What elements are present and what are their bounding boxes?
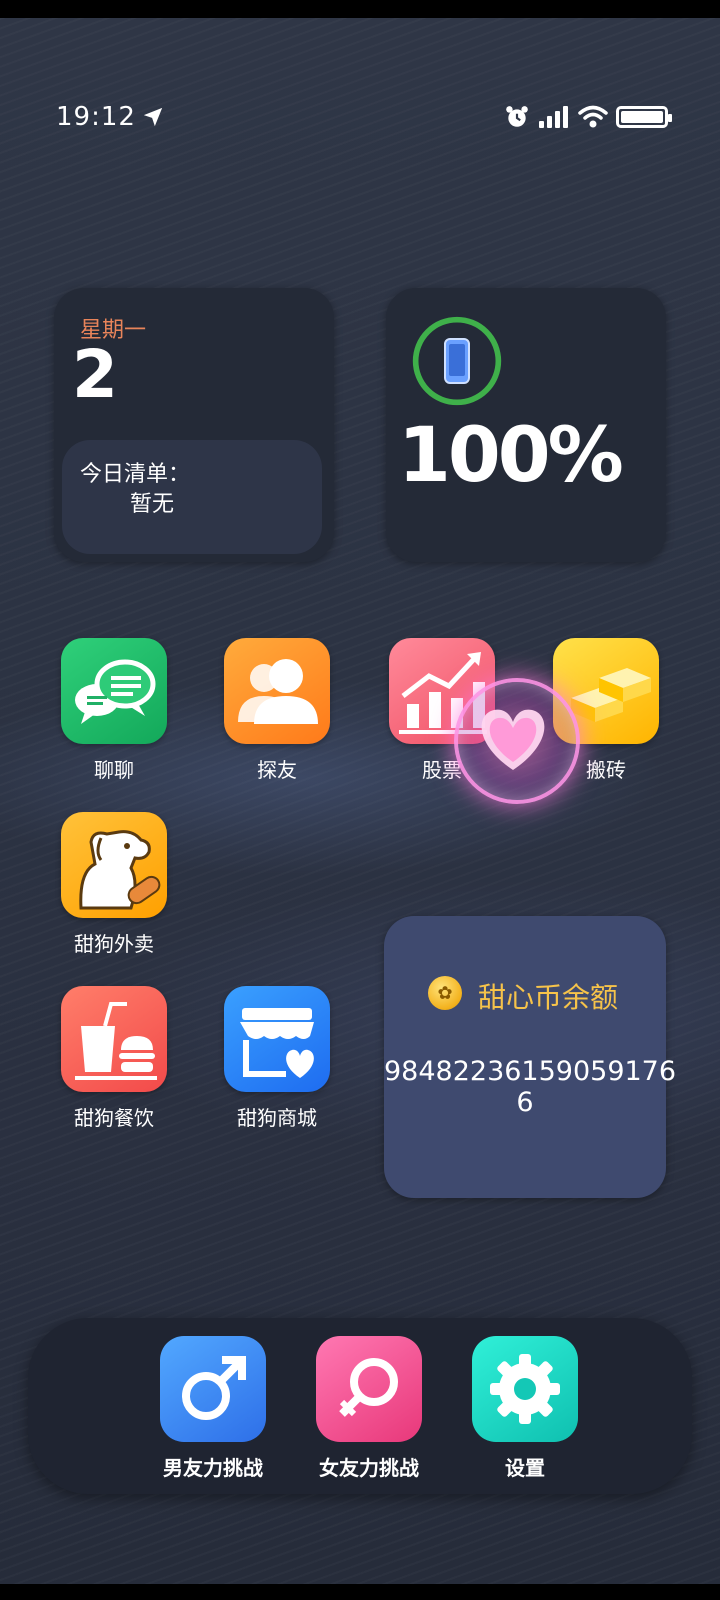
location-arrow-icon	[143, 107, 163, 127]
app-dog-shop[interactable]: 甜狗商城	[207, 986, 347, 1131]
battery-icon	[616, 106, 672, 128]
dock-girlfriend-challenge[interactable]: 女友力挑战	[294, 1336, 444, 1481]
people-icon	[224, 638, 330, 744]
male-symbol-icon	[160, 1336, 266, 1442]
app-friends[interactable]: 探友	[207, 638, 347, 783]
coin-balance-title: 甜心币余额	[478, 981, 619, 1014]
todo-card[interactable]: 今日清单： 暂无	[62, 440, 322, 554]
app-label: 甜狗外卖	[74, 932, 154, 956]
battery-fill	[621, 111, 663, 123]
drink-burger-icon	[61, 986, 167, 1092]
alarm-icon	[506, 106, 528, 127]
wifi-icon	[578, 105, 608, 128]
dog-icon	[61, 812, 167, 918]
app-dog-dining[interactable]: 甜狗餐饮	[44, 986, 184, 1131]
status-bar-right	[504, 102, 672, 132]
dock-label: 女友力挑战	[319, 1456, 419, 1480]
battery-percent: 100%	[398, 410, 624, 499]
dock-settings[interactable]: 设置	[450, 1336, 600, 1481]
todo-title: 今日清单：	[80, 462, 191, 487]
app-chat[interactable]: 聊聊	[44, 638, 184, 783]
paw-coin-icon: ✿	[428, 976, 462, 1010]
app-dog-delivery[interactable]: 甜狗外卖	[44, 812, 184, 957]
app-label: 探友	[257, 758, 297, 782]
battery-cap	[668, 114, 672, 122]
heart-icon	[481, 709, 545, 770]
home-screen: 19:12 星期一 2 今日清单： 暂无 100% 聊聊 探友 股票 搬砖 甜狗…	[0, 18, 720, 1584]
app-label: 聊聊	[94, 758, 134, 782]
coin-balance-value: 98482236159059176​6	[384, 1056, 677, 1118]
calendar-widget[interactable]: 星期一 2 今日清单： 暂无	[54, 288, 334, 562]
status-time: 19:12	[56, 102, 136, 132]
status-bar-left: 19:12	[56, 102, 164, 132]
dock-label: 设置	[505, 1456, 545, 1480]
dock-boyfriend-challenge[interactable]: 男友力挑战	[138, 1336, 288, 1481]
signal-icon	[539, 106, 568, 128]
dock-label: 男友力挑战	[163, 1456, 263, 1480]
app-label: 甜狗餐饮	[74, 1106, 154, 1130]
day-number: 2	[72, 336, 118, 413]
dock: 男友力挑战 女友力挑战 设置	[28, 1318, 692, 1494]
app-label: 甜狗商城	[237, 1106, 317, 1130]
chat-bubbles-icon	[61, 638, 167, 744]
gear-icon	[472, 1336, 578, 1442]
battery-widget[interactable]: 100%	[386, 288, 666, 562]
coin-balance-widget[interactable]: ✿ 甜心币余额 98482236159059176​6	[384, 916, 677, 1198]
floating-heart-button[interactable]	[454, 678, 580, 804]
todo-body: 暂无	[130, 492, 175, 517]
phone-icon	[444, 338, 470, 384]
shop-heart-icon	[224, 986, 330, 1092]
female-symbol-icon	[316, 1336, 422, 1442]
